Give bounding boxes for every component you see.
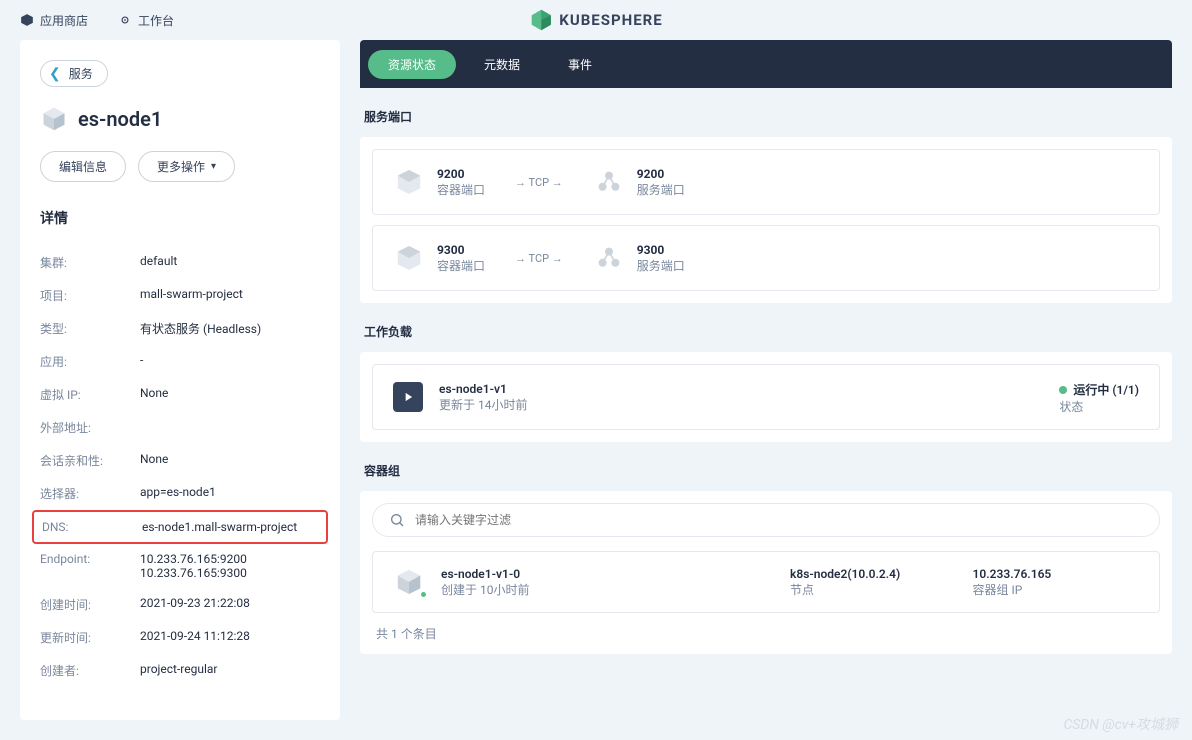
details-heading: 详情 (40, 208, 320, 228)
detail-created-label: 创建时间: (40, 596, 140, 613)
protocol-arrow: → TCP → (515, 176, 563, 189)
tab-events[interactable]: 事件 (548, 50, 612, 79)
detail-dns-highlight: DNS:es-node1.mall-swarm-project (32, 510, 328, 544)
container-port-icon (393, 242, 425, 274)
page-title: es-node1 (78, 107, 162, 131)
pod-created: 创建于 10小时前 (441, 581, 774, 598)
nav-workbench[interactable]: 工作台 (118, 12, 174, 29)
detail-project-label: 项目: (40, 287, 140, 304)
brand-text: KUBESPHERE (559, 11, 662, 29)
status-dot-icon (1059, 386, 1067, 394)
detail-type-label: 类型: (40, 320, 140, 337)
section-service-ports: 服务端口 (360, 108, 1172, 125)
nav-store-label: 应用商店 (40, 12, 88, 29)
statefulset-icon (393, 382, 423, 412)
brand-logo[interactable]: KUBESPHERE (529, 8, 662, 32)
detail-cluster-label: 集群: (40, 254, 140, 271)
container-port-icon (393, 166, 425, 198)
workload-card: es-node1-v1 更新于 14小时前 运行中 (1/1) 状态 (360, 352, 1172, 442)
detail-created-value: 2021-09-23 21:22:08 (140, 596, 250, 613)
pod-search-input[interactable] (415, 513, 1143, 527)
detail-sidebar: ❮ 服务 es-node1 编辑信息 更多操作 ▾ 详情 集群:default … (20, 40, 340, 720)
section-pods: 容器组 (360, 462, 1172, 479)
detail-vip-label: 虚拟 IP: (40, 386, 140, 403)
detail-app-value: - (140, 353, 143, 370)
pod-node: k8s-node2(10.0.2.4) (790, 567, 957, 581)
detail-type-value: 有状态服务 (Headless) (140, 320, 261, 337)
kubesphere-icon (529, 8, 553, 32)
tabs-bar: 资源状态 元数据 事件 (360, 40, 1172, 88)
detail-selector-label: 选择器: (40, 485, 140, 502)
detail-endpoint-label: Endpoint: (40, 552, 140, 580)
pods-card: es-node1-v1-0 创建于 10小时前 k8s-node2(10.0.2… (360, 491, 1172, 654)
edit-info-button[interactable]: 编辑信息 (40, 151, 126, 182)
port-row: 9200容器端口 → TCP → 9200服务端口 (372, 149, 1160, 215)
detail-selector-value: app=es-node1 (140, 485, 216, 502)
service-icon (40, 105, 68, 133)
pod-node-label: 节点 (790, 581, 957, 598)
pod-search-row (372, 503, 1160, 537)
detail-creator-value: project-regular (140, 662, 217, 679)
tab-resource-status[interactable]: 资源状态 (368, 50, 456, 79)
detail-app-label: 应用: (40, 353, 140, 370)
back-to-services[interactable]: ❮ 服务 (40, 60, 108, 87)
service-port-icon (593, 242, 625, 274)
detail-dns-value: es-node1.mall-swarm-project (142, 520, 297, 534)
detail-vip-value: None (140, 386, 168, 403)
detail-endpoint-value: 10.233.76.165:920010.233.76.165:9300 (140, 552, 247, 580)
running-dot-icon (419, 590, 428, 599)
detail-ext-label: 外部地址: (40, 419, 140, 436)
workload-status: 运行中 (1/1) (1073, 383, 1139, 397)
back-label: 服务 (69, 65, 93, 82)
detail-dns-label: DNS: (42, 520, 142, 534)
pod-count-footer: 共 1 个条目 (372, 613, 1160, 642)
workload-status-label: 状态 (1059, 398, 1139, 415)
detail-affinity-value: None (140, 452, 168, 469)
pod-row[interactable]: es-node1-v1-0 创建于 10小时前 k8s-node2(10.0.2… (372, 551, 1160, 613)
nav-workbench-label: 工作台 (138, 12, 174, 29)
pod-ip-label: 容器组 IP (973, 581, 1140, 598)
search-icon (389, 512, 405, 528)
store-icon (20, 13, 34, 27)
caret-down-icon: ▾ (211, 161, 216, 172)
detail-affinity-label: 会话亲和性: (40, 452, 140, 469)
protocol-arrow: → TCP → (515, 252, 563, 265)
detail-project-value: mall-swarm-project (140, 287, 243, 304)
service-ports-card: 9200容器端口 → TCP → 9200服务端口 9300容器端口 → TCP… (360, 137, 1172, 303)
tab-metadata[interactable]: 元数据 (464, 50, 540, 79)
main-panel: 资源状态 元数据 事件 服务端口 9200容器端口 → TCP → 9200服务… (360, 40, 1172, 720)
pod-ip: 10.233.76.165 (973, 567, 1140, 581)
workload-updated: 更新于 14小时前 (439, 396, 527, 413)
workload-name: es-node1-v1 (439, 382, 527, 396)
section-workload: 工作负载 (360, 323, 1172, 340)
workbench-icon (118, 13, 132, 27)
workload-row[interactable]: es-node1-v1 更新于 14小时前 运行中 (1/1) 状态 (372, 364, 1160, 430)
detail-creator-label: 创建者: (40, 662, 140, 679)
more-actions-button[interactable]: 更多操作 ▾ (138, 151, 235, 182)
top-bar: 应用商店 工作台 KUBESPHERE (0, 0, 1192, 40)
detail-cluster-value: default (140, 254, 177, 271)
port-row: 9300容器端口 → TCP → 9300服务端口 (372, 225, 1160, 291)
pod-name: es-node1-v1-0 (441, 567, 774, 581)
detail-updated-value: 2021-09-24 11:12:28 (140, 629, 250, 646)
nav-app-store[interactable]: 应用商店 (20, 12, 88, 29)
pod-icon (393, 566, 425, 598)
service-port-icon (593, 166, 625, 198)
detail-updated-label: 更新时间: (40, 629, 140, 646)
chevron-left-icon: ❮ (49, 67, 61, 81)
